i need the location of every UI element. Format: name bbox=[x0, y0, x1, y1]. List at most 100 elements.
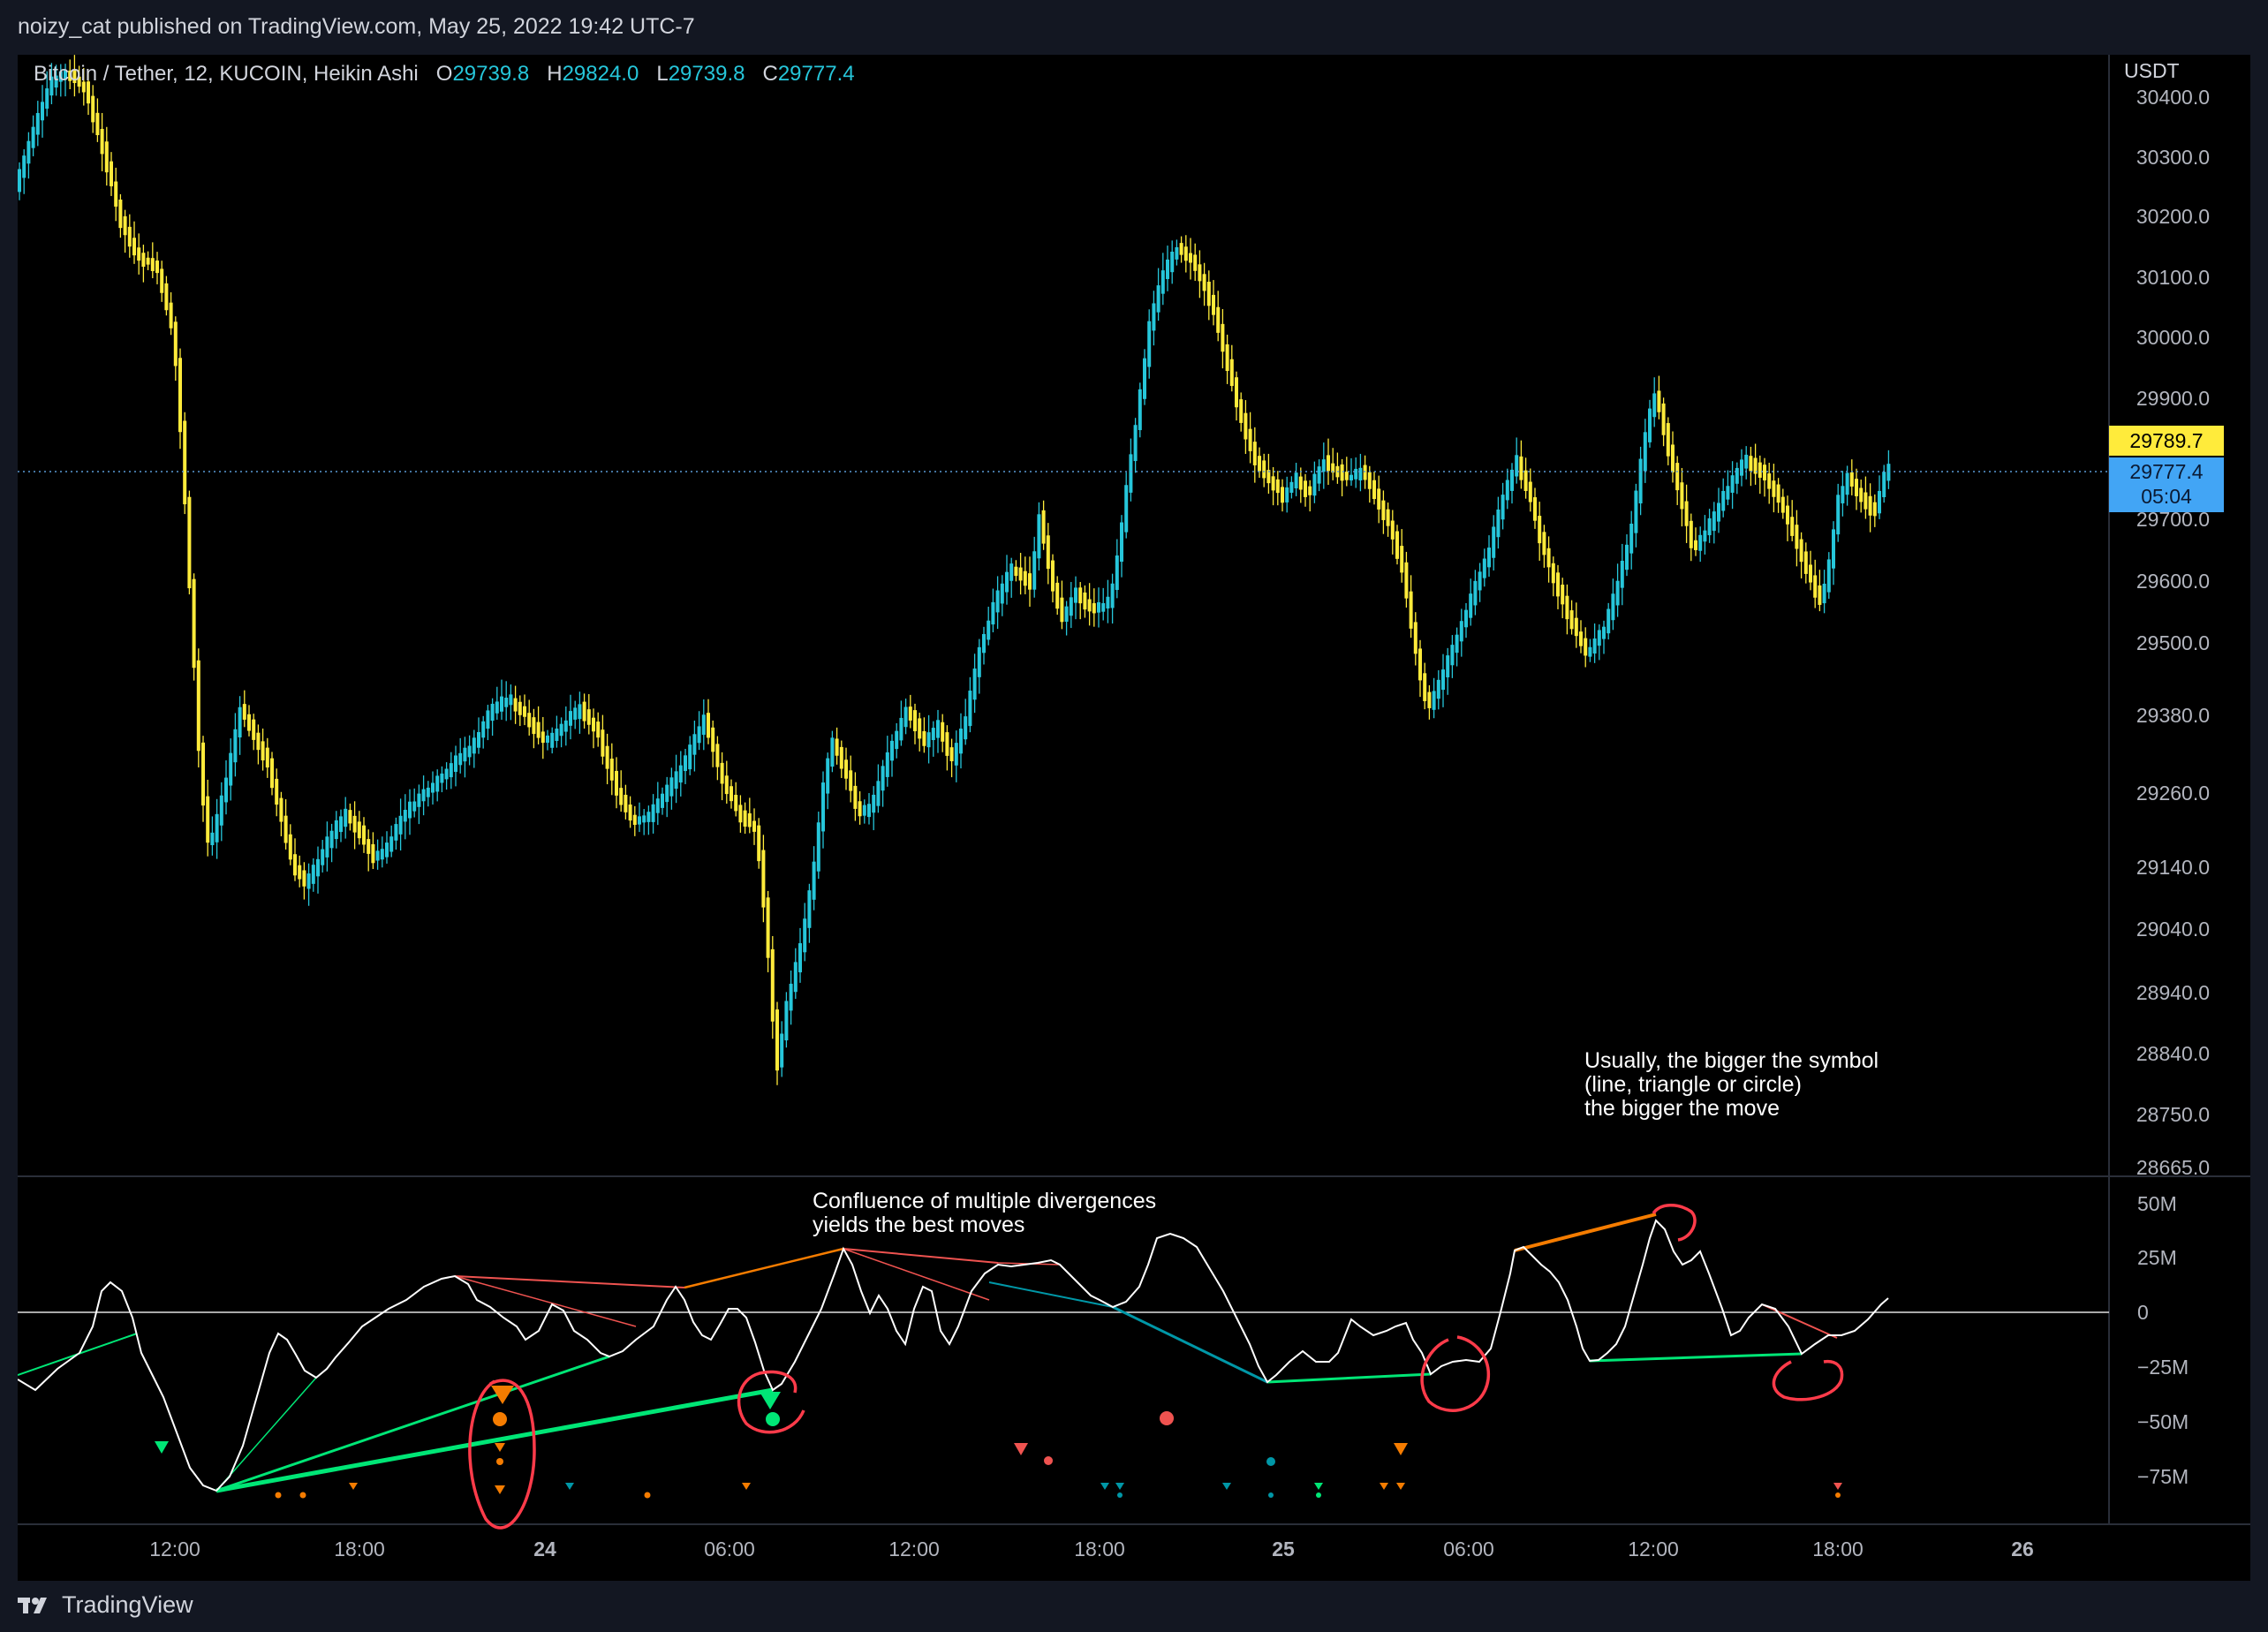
oscillator-line[interactable] bbox=[18, 1219, 1889, 1492]
candle-body bbox=[1859, 487, 1864, 502]
candle-body bbox=[1427, 691, 1432, 708]
candle-body bbox=[734, 795, 738, 812]
candle-body bbox=[1505, 480, 1509, 501]
candle-body bbox=[490, 703, 495, 722]
candle-body bbox=[1110, 583, 1115, 608]
candle-body bbox=[707, 713, 710, 738]
symbol-legend[interactable]: Bitcoin / Tether, 12, KUCOIN, Heikin Ash… bbox=[34, 62, 855, 87]
candle-body bbox=[321, 849, 325, 865]
osc-tick-label: 50M bbox=[2137, 1192, 2177, 1215]
candle-body bbox=[1707, 518, 1712, 536]
candle-body bbox=[1235, 377, 1238, 408]
candle-body bbox=[1533, 497, 1537, 521]
candle-body bbox=[1051, 560, 1055, 592]
candle-body bbox=[201, 742, 205, 806]
candle-body bbox=[127, 226, 132, 247]
osc-tick-label: 0 bbox=[2137, 1301, 2149, 1324]
candle-body bbox=[408, 801, 412, 819]
time-axis[interactable]: 12:00 18:00 24 06:00 12:00 18:00 25 06:00 12:00 1… bbox=[149, 1538, 2034, 1560]
candle-body bbox=[1285, 487, 1289, 502]
candle-body bbox=[160, 268, 164, 293]
candle-body bbox=[1487, 548, 1491, 568]
candle-body bbox=[132, 238, 136, 256]
candle-body bbox=[242, 704, 246, 720]
candle-body bbox=[1239, 399, 1244, 423]
candle-body bbox=[1046, 535, 1050, 570]
candle-body bbox=[743, 810, 747, 827]
candle-body bbox=[1625, 544, 1629, 570]
candle-body bbox=[500, 696, 503, 712]
candle-body bbox=[91, 95, 95, 123]
candle-body bbox=[1450, 645, 1455, 666]
candle-body bbox=[945, 732, 949, 756]
osc-tick-label: −25M bbox=[2137, 1356, 2189, 1379]
candle-body bbox=[1469, 593, 1473, 618]
candle-body bbox=[615, 770, 618, 796]
candle-body bbox=[110, 161, 113, 186]
candles-group[interactable] bbox=[18, 55, 1891, 1085]
candle-body bbox=[816, 822, 820, 872]
candle-body bbox=[183, 420, 187, 505]
candle-body bbox=[775, 1009, 779, 1071]
candle-body bbox=[311, 865, 315, 884]
candle-body bbox=[1698, 534, 1703, 551]
candle-body bbox=[747, 812, 752, 827]
candle-body bbox=[592, 717, 595, 732]
div-line-teal bbox=[1112, 1305, 1268, 1384]
time-tick-label: 06:00 bbox=[704, 1538, 755, 1560]
candle-body bbox=[701, 714, 706, 736]
candle-body bbox=[1790, 517, 1795, 536]
circle-marker bbox=[275, 1492, 282, 1499]
tradingview-brand[interactable]: TradingView bbox=[18, 1591, 193, 1619]
candle-body bbox=[1258, 456, 1261, 472]
candle-body bbox=[1317, 466, 1321, 484]
candle-body bbox=[1689, 520, 1693, 548]
candle-body bbox=[238, 706, 242, 738]
candle-body bbox=[1248, 428, 1252, 451]
oscillator-axis[interactable]: 50M 25M 0 −25M −50M −75M bbox=[2137, 1192, 2189, 1488]
candle-body bbox=[1780, 496, 1785, 513]
circle-marker bbox=[1835, 1492, 1841, 1498]
candle-body bbox=[1413, 622, 1418, 654]
candle-body bbox=[1441, 669, 1445, 691]
candle-body bbox=[1744, 454, 1749, 469]
candle-body bbox=[1515, 455, 1519, 477]
candle-body bbox=[1400, 546, 1404, 573]
candle-body bbox=[1124, 485, 1129, 533]
candle-body bbox=[1064, 606, 1069, 623]
triangle-down-marker bbox=[1394, 1443, 1408, 1455]
candle-body bbox=[1657, 390, 1661, 412]
triangle-down-marker bbox=[1222, 1483, 1231, 1490]
candle-body bbox=[1872, 502, 1877, 517]
candle-body bbox=[435, 775, 440, 792]
candle-body bbox=[1882, 472, 1886, 497]
circle-marker bbox=[1044, 1456, 1053, 1465]
candle-body bbox=[720, 762, 724, 784]
candle-body bbox=[477, 731, 480, 748]
candle-body bbox=[256, 732, 261, 751]
candle-body bbox=[173, 321, 178, 366]
candle-body bbox=[1569, 610, 1574, 630]
candle-body bbox=[1023, 570, 1027, 586]
candle-body bbox=[118, 199, 123, 229]
divergence-lines bbox=[18, 1213, 1838, 1493]
candle-body bbox=[1473, 580, 1478, 606]
candle-body bbox=[1826, 559, 1831, 593]
candle-body bbox=[1841, 486, 1845, 503]
publish-info: noizy_cat published on TradingView.com, … bbox=[18, 14, 695, 39]
triangle-down-marker bbox=[760, 1392, 781, 1409]
candle-body bbox=[224, 777, 228, 803]
candle-body bbox=[1620, 561, 1624, 588]
price-axis[interactable]: 30400.0 30300.0 30200.0 30100.0 30000.0 29900… bbox=[2136, 86, 2210, 1179]
triangle-down-marker bbox=[495, 1443, 505, 1452]
candle-body bbox=[1864, 492, 1868, 510]
annotation-size-line3: the bigger the move bbox=[1584, 1096, 1780, 1121]
candle-body bbox=[339, 816, 343, 833]
chart-frame[interactable]: 30400.0 30300.0 30200.0 30100.0 30000.0 29900… bbox=[18, 55, 2250, 1581]
candle-body bbox=[1671, 444, 1675, 472]
chart-svg[interactable]: 30400.0 30300.0 30200.0 30100.0 30000.0 29900… bbox=[18, 55, 2250, 1581]
candle-body bbox=[247, 714, 251, 731]
price-tick-label: 29260.0 bbox=[2136, 782, 2210, 805]
candle-body bbox=[674, 771, 678, 790]
candle-body bbox=[885, 752, 889, 777]
